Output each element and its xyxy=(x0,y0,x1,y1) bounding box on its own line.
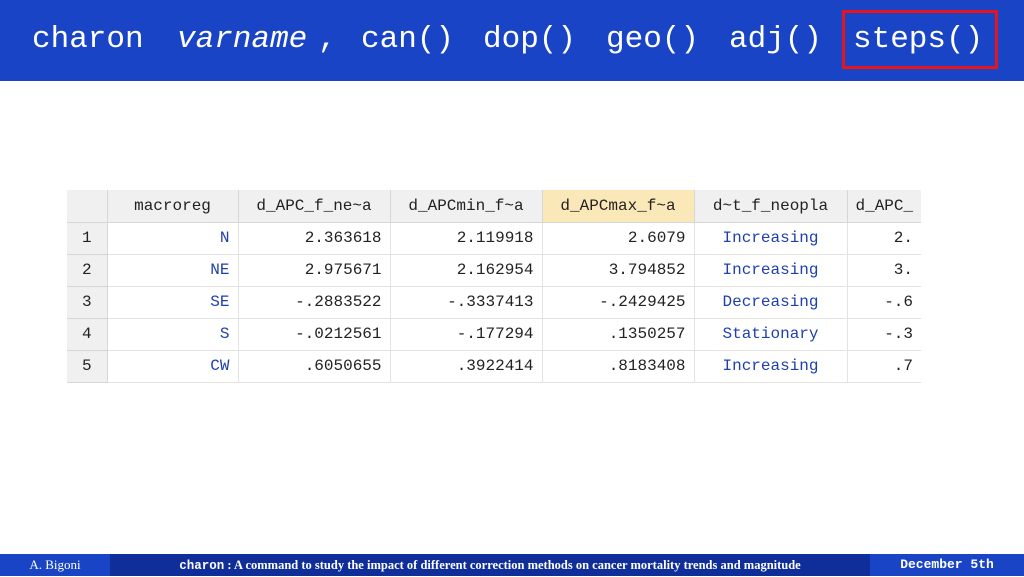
cell-macroreg[interactable]: SE xyxy=(107,286,239,319)
cell-d-apcmax[interactable]: .8183408 xyxy=(542,350,695,383)
cell-d-apc-clipped[interactable]: -.3 xyxy=(847,318,921,351)
cell-d-apcmin[interactable]: .3922414 xyxy=(390,350,543,383)
corner-cell[interactable] xyxy=(67,190,108,223)
cell-d-apc[interactable]: 2.975671 xyxy=(238,254,391,287)
comma: , xyxy=(318,22,337,57)
cell-trend[interactable]: Stationary xyxy=(694,318,848,351)
row-number[interactable]: 1 xyxy=(67,222,108,255)
cell-macroreg[interactable]: CW xyxy=(107,350,239,383)
column-header-d-apc-clipped[interactable]: d_APC_ xyxy=(847,190,921,223)
table-row[interactable]: 1 N 2.363618 2.119918 2.6079 Increasing 2. xyxy=(67,222,921,255)
row-number[interactable]: 2 xyxy=(67,254,108,287)
cell-d-apcmin[interactable]: -.177294 xyxy=(390,318,543,351)
column-header-d-apcmin[interactable]: d_APCmin_f~a xyxy=(390,190,543,223)
command-name: charon xyxy=(32,22,144,57)
cell-d-apc[interactable]: 2.363618 xyxy=(238,222,391,255)
footer-title-rest: : A command to study the impact of diffe… xyxy=(224,558,801,572)
column-header-macroreg[interactable]: macroreg xyxy=(107,190,239,223)
title-bar: charon varname , can() dop() geo() adj()… xyxy=(0,0,1024,81)
cell-d-apcmin[interactable]: 2.119918 xyxy=(390,222,543,255)
cell-d-apcmin[interactable]: -.3337413 xyxy=(390,286,543,319)
table-row[interactable]: 4 S -.0212561 -.177294.1350257 Stationary -.3 xyxy=(67,318,921,351)
row-number[interactable]: 3 xyxy=(67,286,108,319)
footer-bar: A. Bigoni charon : A command to study th… xyxy=(0,554,1024,576)
row-number[interactable]: 4 xyxy=(67,318,108,351)
table-row[interactable]: 5 CW .6050655.3922414.8183408 Increasing .7 xyxy=(67,350,921,383)
column-header-d-apcmax[interactable]: d_APCmax_f~a xyxy=(542,190,695,223)
footer-title-cmd: charon xyxy=(179,559,225,573)
cell-d-apcmax[interactable]: 2.6079 xyxy=(542,222,695,255)
option-geo: geo() xyxy=(606,22,700,57)
header-row: macroreg d_APC_f_ne~a d_APCmin_f~a d_APC… xyxy=(67,190,921,223)
table-row[interactable]: 2 NE 2.975671 2.162954 3.794852 Increasing 3. xyxy=(67,254,921,287)
footer-author: A. Bigoni xyxy=(0,554,110,576)
cell-d-apc[interactable]: -.0212561 xyxy=(238,318,391,351)
cell-d-apc-clipped[interactable]: .7 xyxy=(847,350,921,383)
option-adj: adj() xyxy=(729,22,823,57)
cell-trend[interactable]: Increasing xyxy=(694,222,848,255)
cell-macroreg[interactable]: NE xyxy=(107,254,239,287)
varname-arg: varname xyxy=(177,22,308,57)
cell-d-apcmin[interactable]: 2.162954 xyxy=(390,254,543,287)
table-row[interactable]: 3 SE -.2883522 -.3337413 -.2429425 Decreasing… xyxy=(67,286,921,319)
cell-d-apc[interactable]: -.2883522 xyxy=(238,286,391,319)
row-number[interactable]: 5 xyxy=(67,350,108,383)
option-dop: dop() xyxy=(483,22,577,57)
footer-title: charon : A command to study the impact o… xyxy=(110,554,870,576)
column-header-d-apc[interactable]: d_APC_f_ne~a xyxy=(238,190,391,223)
data-browser-table: macroreg d_APC_f_ne~a d_APCmin_f~a d_APC… xyxy=(67,190,921,383)
cell-d-apc-clipped[interactable]: 3. xyxy=(847,254,921,287)
steps-highlight-box xyxy=(842,10,998,69)
footer-date: December 5th xyxy=(870,554,1024,576)
cell-macroreg[interactable]: S xyxy=(107,318,239,351)
cell-d-apc-clipped[interactable]: 2. xyxy=(847,222,921,255)
cell-d-apc[interactable]: .6050655 xyxy=(238,350,391,383)
option-can: can() xyxy=(361,22,455,57)
cell-d-apcmax[interactable]: -.2429425 xyxy=(542,286,695,319)
cell-trend[interactable]: Increasing xyxy=(694,350,848,383)
column-header-trend[interactable]: d~t_f_neopla xyxy=(694,190,848,223)
cell-trend[interactable]: Decreasing xyxy=(694,286,848,319)
cell-d-apcmax[interactable]: .1350257 xyxy=(542,318,695,351)
cell-d-apcmax[interactable]: 3.794852 xyxy=(542,254,695,287)
cell-macroreg[interactable]: N xyxy=(107,222,239,255)
cell-trend[interactable]: Increasing xyxy=(694,254,848,287)
cell-d-apc-clipped[interactable]: -.6 xyxy=(847,286,921,319)
